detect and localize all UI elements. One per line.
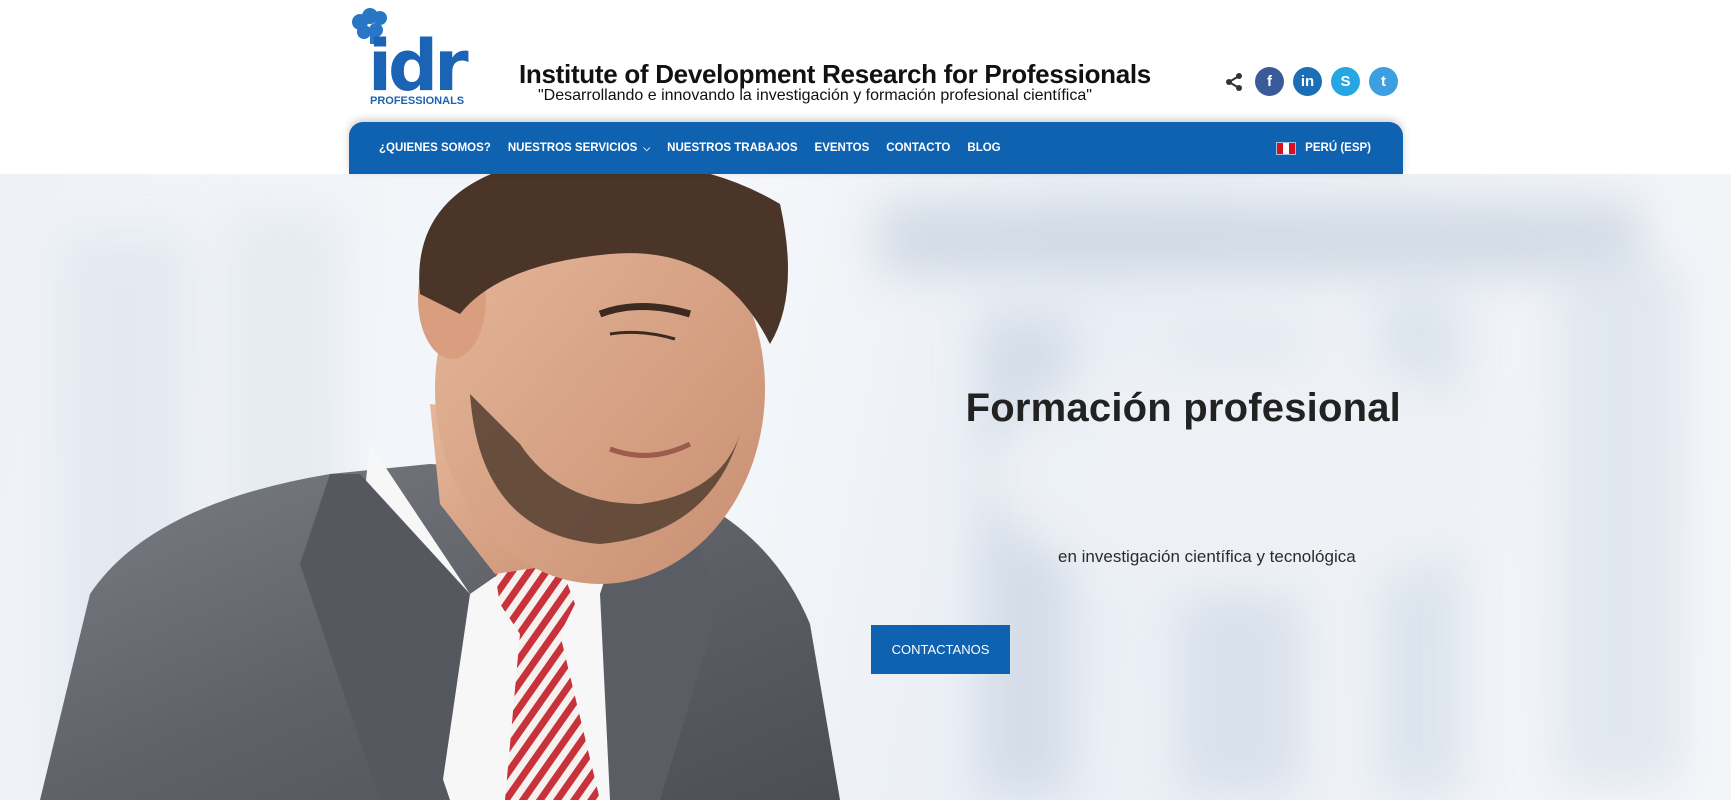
site-title: Institute of Development Research for Pr… xyxy=(519,59,1151,89)
main-navbar: ¿QUIENES SOMOS? NUESTROS SERVICIOS ⌵ NUE… xyxy=(349,122,1403,174)
nav-item-label: NUESTROS SERVICIOS xyxy=(507,142,638,154)
nav-item-blog[interactable]: BLOG xyxy=(967,142,1000,154)
linkedin-icon[interactable]: in xyxy=(1293,67,1322,96)
chevron-down-icon: ⌵ xyxy=(643,142,651,153)
contact-cta-button[interactable]: CONTACTANOS xyxy=(871,625,1010,674)
nav-item-eventos[interactable]: EVENTOS xyxy=(815,142,870,154)
share-icon[interactable] xyxy=(1222,68,1246,96)
hero-title: Formación profesional xyxy=(965,386,1401,430)
twitter-icon[interactable]: t xyxy=(1369,67,1398,96)
facebook-icon[interactable]: f xyxy=(1255,67,1284,96)
idr-logo[interactable]: idr PROFESSIONALS xyxy=(346,8,471,106)
language-label: PERÚ (ESP) xyxy=(1305,142,1371,154)
skype-icon[interactable]: S xyxy=(1331,67,1360,96)
nav-item-nuestros-trabajos[interactable]: NUESTROS TRABAJOS xyxy=(667,142,797,154)
hero-banner: Formación profesional en investigación c… xyxy=(0,174,1731,800)
svg-text:idr: idr xyxy=(368,25,469,106)
social-links: f in S t xyxy=(1222,67,1398,96)
site-tagline: "Desarrollando e innovando la investigac… xyxy=(538,87,1092,104)
page: Formación profesional en investigación c… xyxy=(0,0,1731,800)
peru-flag-icon xyxy=(1276,141,1297,155)
nav-item-quienes-somos[interactable]: ¿QUIENES SOMOS? xyxy=(379,142,491,154)
language-selector[interactable]: PERÚ (ESP) xyxy=(1276,122,1371,174)
hero-person-image xyxy=(40,174,840,800)
nav-item-nuestros-servicios[interactable]: NUESTROS SERVICIOS ⌵ xyxy=(508,142,650,154)
nav-item-contacto[interactable]: CONTACTO xyxy=(886,142,950,154)
logo-subtext: PROFESSIONALS xyxy=(370,95,464,106)
hero-subtitle: en investigación científica y tecnológic… xyxy=(1058,547,1356,566)
